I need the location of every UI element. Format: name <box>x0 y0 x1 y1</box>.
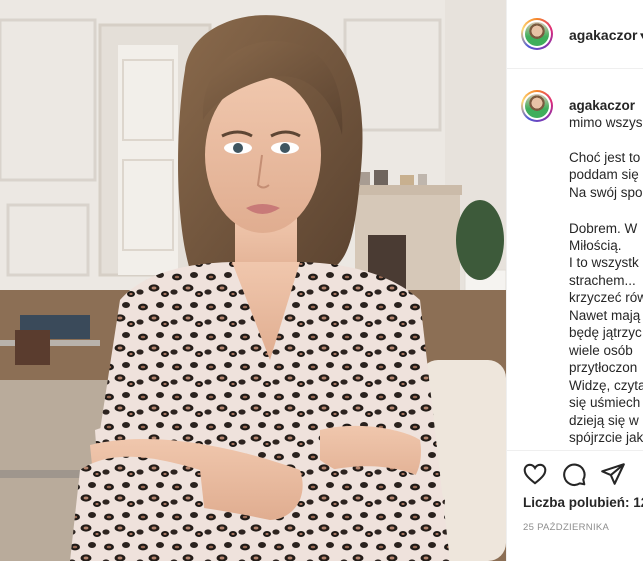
caption-line: strachem... <box>569 273 636 288</box>
photo-illustration <box>0 0 506 561</box>
caption-line: przytłoczon <box>569 360 638 375</box>
caption-line: się uśmiech <box>569 395 641 410</box>
caption-line: będę jątrzyc <box>569 325 642 340</box>
caption-line: spójrzcie jak <box>569 430 643 445</box>
avatar-image <box>525 94 549 118</box>
caption-line: Widzę, czyta <box>569 378 643 393</box>
caption-line: mimo wszys <box>569 115 643 130</box>
caption-line: krzyczeć rów <box>569 290 643 305</box>
author-avatar[interactable] <box>521 18 553 50</box>
caption-line: dzieją się w <box>569 413 639 428</box>
caption-author-avatar[interactable] <box>521 90 553 122</box>
caption-line: Na swój spo <box>569 185 643 200</box>
caption-line: Dobrem. W <box>569 221 638 236</box>
comment-icon[interactable] <box>561 461 587 487</box>
likes-count[interactable]: Liczba polubień: 12 <box>523 495 643 510</box>
caption-line: I to wszystk <box>569 255 639 270</box>
caption-author-username[interactable]: agakaczor <box>569 97 635 114</box>
caption-line: poddam się <box>569 167 639 182</box>
post-photo[interactable] <box>0 0 506 561</box>
avatar-image <box>525 22 549 46</box>
post-side-panel: agakaczor ▾ agakaczor U mimo wszys Choć … <box>506 0 643 561</box>
share-icon[interactable] <box>600 461 626 487</box>
post-actions: Liczba polubień: 12 25 PAŹDZIERNIKA <box>507 450 643 561</box>
caption-line: Choć jest to <box>569 150 641 165</box>
caption-line: Miłością. <box>569 238 622 253</box>
caption-text: agakaczor U mimo wszys Choć jest to podd… <box>569 0 643 450</box>
caption-line: Nawet mają <box>569 308 641 323</box>
heart-icon[interactable] <box>522 461 548 487</box>
caption-line: wiele osób <box>569 343 633 358</box>
post-date[interactable]: 25 PAŹDZIERNIKA <box>523 522 609 533</box>
